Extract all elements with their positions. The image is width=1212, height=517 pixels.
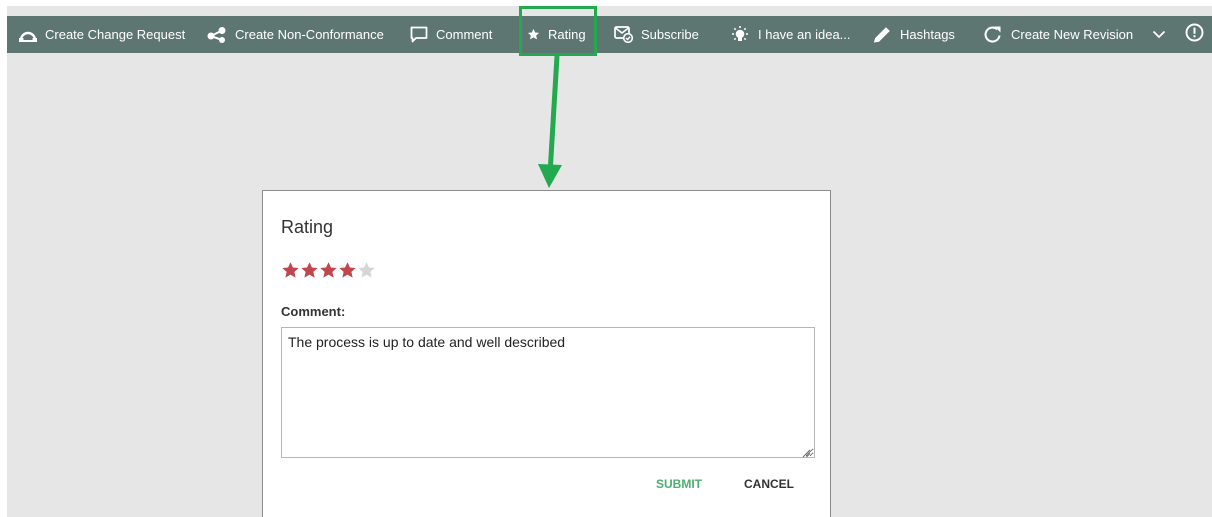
cancel-button[interactable]: CANCEL <box>744 477 794 491</box>
star-filled-icon[interactable] <box>338 261 357 280</box>
comment-label: Comment: <box>281 304 346 319</box>
rating-dialog: Rating Comment: SUBMIT CANCEL <box>262 190 831 517</box>
dialog-title: Rating <box>281 217 334 237</box>
star-filled-icon[interactable] <box>319 261 338 280</box>
star-filled-icon[interactable] <box>300 261 319 280</box>
submit-button[interactable]: SUBMIT <box>656 477 702 491</box>
star-filled-icon[interactable] <box>281 261 300 280</box>
star-rating[interactable] <box>281 261 376 280</box>
comment-textarea[interactable] <box>281 327 815 458</box>
resize-grip-icon[interactable] <box>802 445 811 463</box>
app-canvas: Create Change Request Create Non-Conform… <box>7 6 1212 517</box>
star-empty-icon[interactable] <box>357 261 376 280</box>
